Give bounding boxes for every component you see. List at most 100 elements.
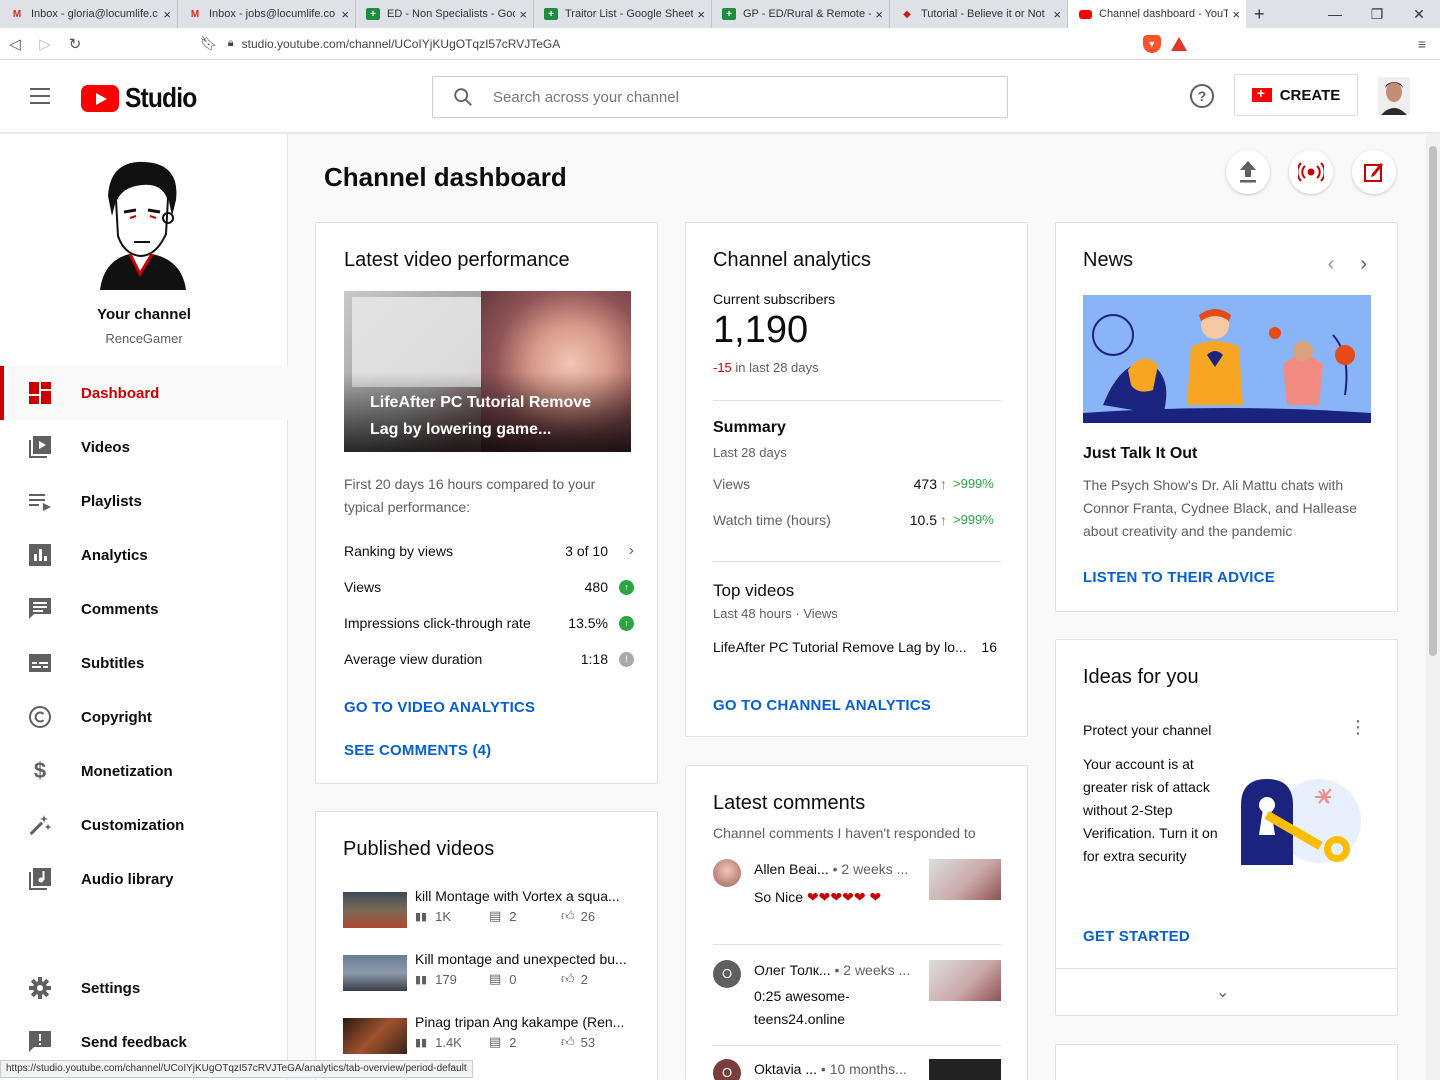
- search-input[interactable]: [493, 88, 973, 106]
- sidebar-item-monetization[interactable]: $ Monetization: [0, 744, 288, 798]
- subtitles-icon: [28, 651, 52, 675]
- sidebar-item-dashboard[interactable]: Dashboard: [0, 366, 288, 420]
- forward-button[interactable]: ▷: [30, 35, 60, 53]
- brave-shield-icon[interactable]: ▼: [1142, 34, 1161, 53]
- get-started-link[interactable]: GET STARTED: [1083, 928, 1190, 945]
- browser-tab[interactable]: + Traitor List - Google Sheets ×: [534, 0, 712, 28]
- go-to-video-analytics-link[interactable]: GO TO VIDEO ANALYTICS: [344, 699, 535, 716]
- sidebar-item-label: Analytics: [81, 546, 148, 564]
- sidebar-item-copyright[interactable]: Copyright: [0, 690, 288, 744]
- go-to-channel-analytics-link[interactable]: GO TO CHANNEL ANALYTICS: [713, 697, 931, 714]
- sidebar-item-customization[interactable]: Customization: [0, 798, 288, 852]
- browser-tab[interactable]: M Inbox - gloria@locumlife.c ×: [0, 0, 178, 28]
- close-icon[interactable]: ×: [163, 7, 171, 22]
- browser-tab[interactable]: M Inbox - jobs@locumlife.co ×: [178, 0, 356, 28]
- go-live-button[interactable]: [1289, 150, 1333, 194]
- see-comments-link[interactable]: SEE COMMENTS (4): [344, 742, 491, 759]
- summary-watchtime-row: Watch time (hours) 10.5 ↑ >999%: [713, 512, 997, 528]
- create-button[interactable]: CREATE: [1234, 74, 1358, 116]
- published-video-item[interactable]: Pinag tripan Ang kakampe (Ren... ▮▮ 1.4K …: [343, 1014, 643, 1054]
- channel-avatar[interactable]: [90, 156, 194, 290]
- top-video-row[interactable]: LifeAfter PC Tutorial Remove Lag by lo..…: [713, 639, 997, 655]
- browser-tab[interactable]: + ED - Non Specialists - Goo ×: [356, 0, 534, 28]
- listen-to-their-advice-link[interactable]: LISTEN TO THEIR ADVICE: [1083, 569, 1275, 586]
- tab-title: Inbox - jobs@locumlife.co: [209, 8, 336, 20]
- scrollbar-thumb[interactable]: [1429, 146, 1437, 656]
- video-likes: 26: [580, 908, 596, 924]
- stat-label: Impressions click-through rate: [344, 615, 531, 631]
- sidebar-item-videos[interactable]: Videos: [0, 420, 288, 474]
- close-icon[interactable]: ×: [1053, 7, 1061, 22]
- sidebar-item-label: Comments: [81, 600, 159, 618]
- url-field[interactable]: 🔒︎ studio.youtube.com/channel/UCoIYjKUgO…: [228, 37, 1128, 51]
- help-icon[interactable]: ?: [1190, 84, 1214, 108]
- sidebar-item-subtitles[interactable]: Subtitles: [0, 636, 288, 690]
- close-icon[interactable]: ×: [519, 7, 527, 22]
- stat-change: >999%: [953, 476, 994, 491]
- stat-label: Ranking by views: [344, 543, 453, 559]
- published-video-item[interactable]: Kill montage and unexpected bu... ▮▮ 179 …: [343, 951, 643, 991]
- stat-value: 3 of 10: [565, 543, 608, 559]
- close-icon[interactable]: ×: [875, 7, 883, 22]
- hamburger-menu-icon[interactable]: [30, 88, 50, 104]
- account-avatar[interactable]: [1378, 77, 1410, 115]
- sidebar-item-comments[interactable]: Comments: [0, 582, 288, 636]
- latest-video-thumbnail[interactable]: LifeAfter PC Tutorial Remove Lag by lowe…: [344, 291, 631, 452]
- magic-wand-icon: [28, 813, 52, 837]
- sidebar-item-audio-library[interactable]: Audio library: [0, 852, 288, 906]
- browser-tab-active[interactable]: Channel dashboard - YouT ×: [1068, 0, 1246, 28]
- chevron-down-icon[interactable]: ⌄: [1216, 982, 1229, 1002]
- sidebar-item-label: Monetization: [81, 762, 173, 780]
- comment-item[interactable]: O Oktavia ... • 10 months...: [713, 1059, 1001, 1080]
- dashboard-icon: [28, 381, 52, 405]
- ranking-row[interactable]: Ranking by views 3 of 10 ›: [344, 533, 634, 569]
- published-video-item[interactable]: kill Montage with Vortex a squa... ▮▮ 1K …: [343, 888, 643, 928]
- search-box[interactable]: [432, 76, 1008, 118]
- delta-value: -15: [713, 360, 732, 375]
- copyright-icon: [28, 705, 52, 729]
- card-title: Published videos: [343, 838, 495, 860]
- page-scrollbar[interactable]: [1426, 134, 1440, 1080]
- sidebar-item-settings[interactable]: Settings: [0, 961, 288, 1015]
- news-illustration[interactable]: [1083, 295, 1371, 423]
- top-videos-title: Top videos: [713, 581, 795, 600]
- analytics-icon: [28, 543, 52, 567]
- sidebar-bottom-nav: Settings Send feedback: [0, 961, 288, 1069]
- commenter-avatar: [713, 859, 741, 887]
- bookmark-icon[interactable]: 🔖︎: [200, 35, 218, 52]
- news-headline[interactable]: Just Talk It Out: [1083, 445, 1197, 463]
- subscribers-count: 1,190: [713, 309, 809, 351]
- sidebar-item-analytics[interactable]: Analytics: [0, 528, 288, 582]
- sidebar-item-label: Settings: [81, 979, 141, 997]
- comment-item[interactable]: Allen Beai... • 2 weeks ... So Nice ❤❤❤❤…: [713, 859, 1001, 945]
- restore-button[interactable]: ❐: [1356, 0, 1398, 28]
- comment-item[interactable]: О Олег Толк... • 2 weeks ... 0:25 awesom…: [713, 960, 1001, 1040]
- new-tab-button[interactable]: +: [1254, 4, 1265, 25]
- creator-insider-card: [1055, 1044, 1398, 1080]
- close-icon[interactable]: ×: [341, 7, 349, 22]
- browser-tab[interactable]: + GP - ED/Rural & Remote - ×: [712, 0, 890, 28]
- comment-time: • 10 months...: [820, 1061, 907, 1077]
- stat-value: 473: [913, 476, 937, 492]
- sidebar-item-playlists[interactable]: Playlists: [0, 474, 288, 528]
- browser-menu-icon[interactable]: ≡: [1418, 36, 1426, 52]
- create-post-button[interactable]: [1352, 150, 1396, 194]
- chevron-right-icon[interactable]: ›: [1360, 253, 1367, 276]
- browser-tab[interactable]: ◆ Tutorial - Believe it or Not ×: [890, 0, 1068, 28]
- close-window-button[interactable]: ✕: [1398, 0, 1440, 28]
- close-icon[interactable]: ×: [1232, 7, 1240, 22]
- close-icon[interactable]: ×: [697, 7, 705, 22]
- top-video-title: LifeAfter PC Tutorial Remove Lag by lo..…: [713, 639, 967, 655]
- chevron-left-icon[interactable]: ‹: [1328, 253, 1335, 276]
- brave-rewards-icon[interactable]: [1170, 36, 1187, 51]
- stat-label: Average view duration: [344, 651, 483, 667]
- back-button[interactable]: ◁: [0, 35, 30, 53]
- reload-button[interactable]: ↻: [60, 35, 90, 53]
- more-options-icon[interactable]: ⋮: [1349, 718, 1367, 736]
- upload-button[interactable]: [1226, 150, 1270, 194]
- studio-logo[interactable]: Studio: [81, 82, 206, 114]
- comment-author: Олег Толк...: [754, 962, 831, 978]
- views-icon: ▮▮: [415, 910, 428, 923]
- minimize-button[interactable]: —: [1314, 0, 1356, 28]
- comment-author: Allen Beai...: [754, 861, 829, 877]
